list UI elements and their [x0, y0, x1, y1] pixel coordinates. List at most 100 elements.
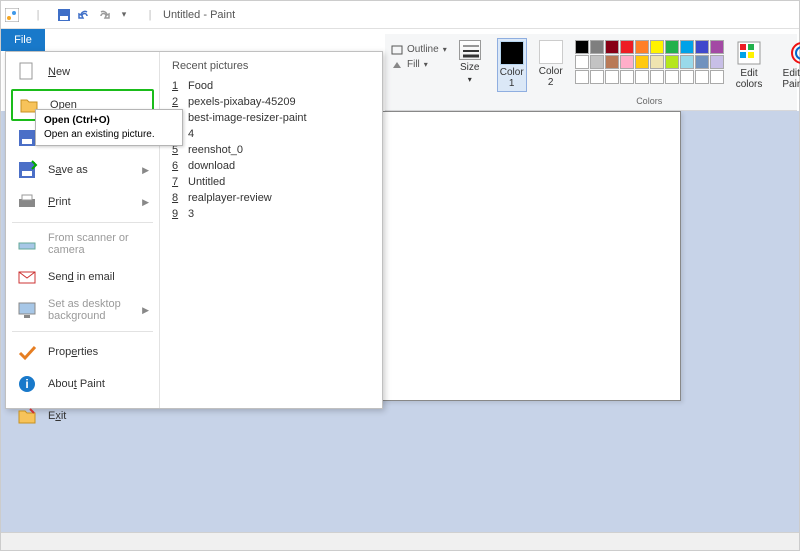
menu-exit[interactable]: Exit	[6, 400, 159, 432]
save-icon[interactable]	[57, 8, 71, 22]
paint3d-button[interactable]: Edit with Paint 3D	[778, 38, 800, 92]
recent-index: 1	[172, 80, 182, 92]
menu-props[interactable]: Properties	[6, 336, 159, 368]
color-swatch[interactable]	[650, 70, 664, 84]
exit-icon	[16, 405, 38, 427]
color-swatch[interactable]	[665, 40, 679, 54]
app-icon	[5, 8, 19, 22]
menu-label: Send in email	[48, 271, 115, 283]
separator: |	[143, 8, 157, 22]
menu-label: Exit	[48, 410, 66, 422]
recent-index: 8	[172, 192, 182, 204]
outline-dropdown[interactable]: Outline ▾	[391, 44, 447, 55]
shape-options: Outline ▾ Fill ▾	[391, 38, 447, 106]
color-swatch[interactable]	[665, 70, 679, 84]
color-swatch[interactable]	[650, 55, 664, 69]
separator: |	[31, 8, 45, 22]
menu-print[interactable]: Print▶	[6, 186, 159, 218]
recent-index: 7	[172, 176, 182, 188]
undo-icon[interactable]	[77, 8, 91, 22]
recent-name: 4	[188, 128, 194, 140]
saveas-icon	[16, 159, 38, 181]
color2-button[interactable]: Color 2	[535, 38, 567, 90]
about-icon: i	[16, 373, 38, 395]
desktop-icon	[16, 299, 38, 321]
title-bar: | ▾ | Untitled - Paint	[1, 1, 799, 29]
email-icon	[16, 266, 38, 288]
scanner-icon	[16, 233, 38, 255]
recent-pictures-panel: Recent pictures 1Food 2 pexels-pixabay-452…	[160, 52, 382, 408]
file-tab[interactable]: File	[1, 29, 45, 51]
color-swatch[interactable]	[620, 70, 634, 84]
color-swatch[interactable]	[695, 40, 709, 54]
recent-index: 6	[172, 160, 182, 172]
redo-icon[interactable]	[97, 8, 111, 22]
recent-name: best-image-resizer-paint	[188, 112, 307, 124]
color-swatch[interactable]	[635, 70, 649, 84]
color-swatch[interactable]	[590, 70, 604, 84]
recent-item[interactable]: 93	[172, 206, 370, 222]
recent-item[interactable]: 8realplayer-review	[172, 190, 370, 206]
menu-label: Save as	[48, 164, 88, 176]
svg-text:i: i	[25, 377, 28, 391]
color-swatch[interactable]	[590, 40, 604, 54]
recent-index: 9	[172, 208, 182, 220]
color-swatch[interactable]	[605, 55, 619, 69]
menu-label: Properties	[48, 346, 98, 358]
menu-email[interactable]: Send in email	[6, 261, 159, 293]
menu-label: About Paint	[48, 378, 105, 390]
menu-desktop: Set as desktop background▶	[6, 293, 159, 327]
recent-item[interactable]: 5reenshot_0	[172, 142, 370, 158]
ribbon: Outline ▾ Fill ▾ Size▾ Color 1 Color 2 C…	[385, 34, 797, 111]
edit-colors-button[interactable]: Edit colors	[732, 38, 767, 92]
color-swatch[interactable]	[575, 55, 589, 69]
color-swatch[interactable]	[650, 40, 664, 54]
color-swatch[interactable]	[680, 70, 694, 84]
color1-button[interactable]: Color 1	[497, 38, 527, 92]
recent-item[interactable]: 44	[172, 126, 370, 142]
color-swatch[interactable]	[680, 40, 694, 54]
color-swatch[interactable]	[590, 55, 604, 69]
menu-saveas[interactable]: Save as▶	[6, 154, 159, 186]
new-icon	[16, 61, 38, 83]
color-swatch[interactable]	[575, 40, 589, 54]
color-swatch[interactable]	[605, 40, 619, 54]
fill-dropdown[interactable]: Fill ▾	[391, 59, 447, 70]
color-swatch[interactable]	[710, 70, 724, 84]
print-icon	[16, 191, 38, 213]
menu-label: From scanner or camera	[48, 232, 149, 256]
recent-item[interactable]: 3best-image-resizer-paint	[172, 110, 370, 126]
file-menu: NewOpenSaveSave as▶Print▶From scanner or…	[5, 51, 383, 409]
recent-item[interactable]: 7Untitled	[172, 174, 370, 190]
window-title: Untitled - Paint	[163, 9, 235, 21]
recent-title: Recent pictures	[172, 60, 370, 72]
recent-item[interactable]: 2 pexels-pixabay-45209	[172, 94, 370, 110]
color-swatch[interactable]	[665, 55, 679, 69]
menu-label: New	[48, 66, 70, 78]
recent-item[interactable]: 6download	[172, 158, 370, 174]
color-swatch[interactable]	[635, 55, 649, 69]
recent-name: 3	[188, 208, 194, 220]
size-button[interactable]: Size▾	[455, 38, 485, 86]
color-swatch[interactable]	[710, 40, 724, 54]
color-swatch[interactable]	[605, 70, 619, 84]
qat-dropdown-icon[interactable]: ▾	[117, 8, 131, 22]
menu-new[interactable]: New	[6, 56, 159, 88]
recent-name: reenshot_0	[188, 144, 243, 156]
color-palette[interactable]	[575, 38, 724, 84]
color-swatch[interactable]	[680, 55, 694, 69]
color-swatch[interactable]	[620, 55, 634, 69]
submenu-arrow-icon: ▶	[142, 305, 149, 316]
color-swatch[interactable]	[575, 70, 589, 84]
color-swatch[interactable]	[695, 55, 709, 69]
color-swatch[interactable]	[710, 55, 724, 69]
recent-name: pexels-pixabay-45209	[188, 96, 296, 108]
status-bar	[1, 532, 799, 550]
recent-item[interactable]: 1Food	[172, 78, 370, 94]
menu-about[interactable]: i About Paint	[6, 368, 159, 400]
color-swatch[interactable]	[695, 70, 709, 84]
color-swatch[interactable]	[620, 40, 634, 54]
submenu-arrow-icon: ▶	[142, 197, 149, 208]
color-swatch[interactable]	[635, 40, 649, 54]
recent-index: 2	[172, 96, 182, 108]
